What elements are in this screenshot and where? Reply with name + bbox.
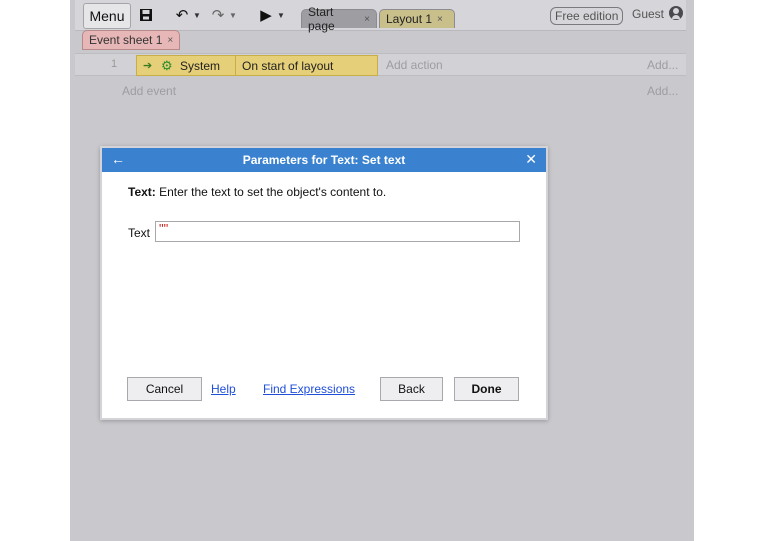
dialog-title-bar: ← Parameters for Text: Set text ✕ (102, 148, 546, 172)
close-icon[interactable]: ✕ (525, 151, 537, 168)
main-toolbar: Menu ↶ ▼ ↷ ▼ ▶ ▼ Start page × Layout 1 ×… (75, 0, 686, 33)
undo-dropdown-icon[interactable]: ▼ (193, 3, 201, 27)
user-icon[interactable] (669, 6, 683, 20)
trigger-arrow-icon: ➔ (143, 60, 153, 72)
user-name[interactable]: Guest (632, 7, 664, 21)
play-icon[interactable]: ▶ (255, 3, 277, 27)
play-dropdown-icon[interactable]: ▼ (277, 3, 285, 27)
add-link[interactable]: Add... (647, 58, 678, 72)
help-link[interactable]: Help (211, 382, 236, 396)
find-expressions-link[interactable]: Find Expressions (263, 382, 355, 396)
event-row[interactable]: 1 ➔ ⚙ System On start of layout Add acti… (75, 53, 686, 76)
save-icon[interactable] (135, 3, 157, 27)
add-event-link[interactable]: Add event (122, 84, 176, 98)
menu-button[interactable]: Menu (83, 3, 131, 29)
condition-object: System (180, 59, 221, 73)
parameter-description-text: Enter the text to set the object's conte… (155, 185, 387, 199)
parameters-dialog: ← Parameters for Text: Set text ✕ Text: … (100, 146, 548, 420)
parameter-description: Text: Enter the text to set the object's… (128, 185, 386, 199)
tab-start-page[interactable]: Start page × (301, 5, 377, 33)
close-icon[interactable]: × (364, 14, 370, 25)
redo-icon[interactable]: ↷ (207, 3, 229, 27)
text-field-value: "" (159, 221, 169, 236)
text-field-label: Text (128, 226, 151, 240)
undo-icon[interactable]: ↶ (171, 3, 193, 27)
edition-badge[interactable]: Free edition (550, 7, 624, 25)
cancel-button[interactable]: Cancel (127, 377, 202, 401)
event-number: 1 (111, 58, 118, 70)
close-icon[interactable]: × (437, 14, 443, 25)
tab-label: Start page (308, 5, 335, 33)
dialog-title: Parameters for Text: Set text (242, 153, 406, 167)
tab-event-sheet-1[interactable]: Event sheet 1 × (82, 30, 181, 50)
add-link[interactable]: Add... (647, 84, 678, 98)
divider (235, 56, 236, 75)
add-action-link[interactable]: Add action (386, 58, 443, 72)
condition-text: On start of layout (242, 59, 334, 73)
back-button[interactable]: Back (380, 377, 443, 401)
redo-dropdown-icon[interactable]: ▼ (229, 3, 237, 27)
gear-icon: ⚙ (161, 58, 173, 73)
tab-layout-1[interactable]: Layout 1 × (379, 9, 455, 28)
close-icon[interactable]: × (167, 35, 173, 46)
condition-block[interactable]: ➔ ⚙ System On start of layout (136, 55, 378, 76)
tab-label: Event sheet 1 (89, 33, 163, 47)
parameter-name: Text: (128, 185, 156, 199)
text-field[interactable]: "" (155, 221, 520, 242)
done-button[interactable]: Done (454, 377, 519, 401)
tab-label: Layout 1 (386, 12, 433, 26)
